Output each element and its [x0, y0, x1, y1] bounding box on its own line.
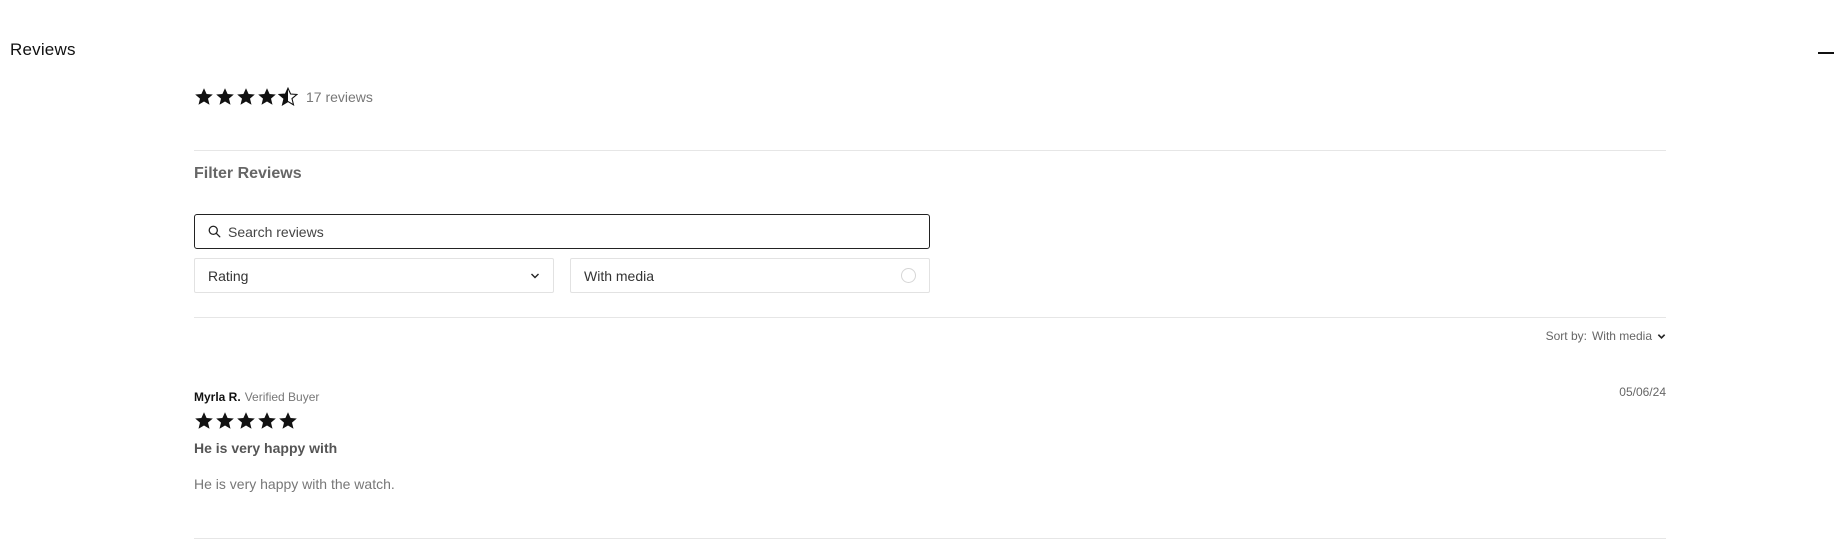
search-input[interactable]	[228, 223, 908, 240]
section-title: Reviews	[10, 40, 76, 59]
chevron-down-icon	[1657, 333, 1666, 339]
rating-summary: 17 reviews	[194, 87, 373, 107]
chevron-down-icon	[531, 273, 539, 278]
minus-icon	[1818, 52, 1834, 54]
reviews-page: Reviews 17 reviews Filter Reviews Rating…	[0, 0, 1846, 547]
review-date: 05/06/24	[1619, 385, 1666, 399]
star-full-icon	[258, 412, 276, 429]
rating-dropdown-label: Rating	[208, 267, 249, 284]
verified-badge: Verified Buyer	[244, 390, 320, 404]
star-half-icon	[278, 87, 298, 106]
search-icon	[208, 225, 221, 238]
star-full-icon	[216, 412, 234, 429]
star-full-icon	[216, 88, 234, 105]
star-full-icon	[195, 412, 213, 429]
divider	[194, 150, 1666, 151]
rating-dropdown[interactable]: Rating	[194, 258, 554, 293]
collapse-button[interactable]	[1817, 44, 1835, 62]
star-full-icon	[195, 88, 213, 105]
review-item: Myrla R. Verified Buyer 05/06/24 He is v…	[194, 385, 1666, 492]
divider	[194, 317, 1666, 318]
star-full-icon	[279, 412, 297, 429]
star-full-icon	[237, 412, 255, 429]
review-count[interactable]: 17 reviews	[306, 89, 373, 105]
review-body: He is very happy with the watch.	[194, 476, 395, 492]
with-media-toggle[interactable]: With media	[570, 258, 930, 293]
reviewer-info: Myrla R. Verified Buyer	[194, 390, 1666, 404]
search-field[interactable]	[194, 214, 930, 249]
star-full-icon	[258, 88, 276, 105]
review-headline: He is very happy with	[194, 440, 338, 456]
sort-label: Sort by:	[1545, 329, 1587, 343]
with-media-label: With media	[584, 267, 655, 284]
summary-stars	[194, 87, 298, 107]
reviewer-name: Myrla R.	[194, 390, 241, 404]
review-stars	[194, 411, 1666, 431]
sort-value: With media	[1591, 329, 1652, 343]
filter-title: Filter Reviews	[194, 165, 302, 182]
with-media-radio[interactable]	[901, 268, 916, 283]
sort-dropdown[interactable]: Sort by: With media	[1546, 329, 1666, 343]
divider	[194, 538, 1666, 539]
star-full-icon	[237, 88, 255, 105]
